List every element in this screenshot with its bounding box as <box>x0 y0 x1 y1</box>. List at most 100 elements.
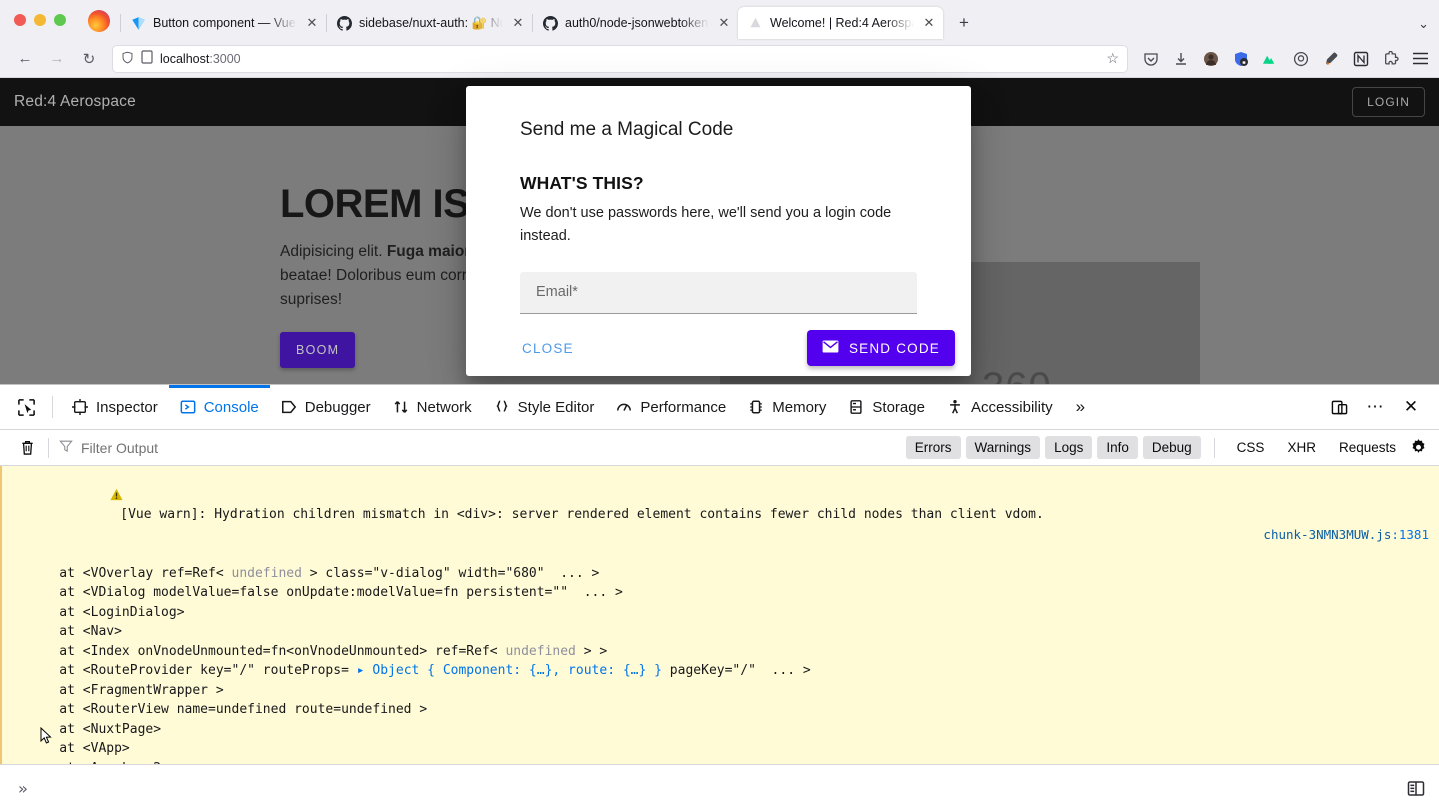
tab-label: Performance <box>640 399 726 416</box>
devtools-toolbar: Inspector Console Debugger Network <box>0 385 1439 430</box>
filter-errors-button[interactable]: Errors <box>906 436 961 459</box>
tab-memory[interactable]: Memory <box>737 385 837 430</box>
colorzilla-icon[interactable] <box>1322 50 1339 67</box>
meatball-menu-icon[interactable]: ⋯ <box>1359 391 1391 423</box>
tab-label: Console <box>204 399 259 416</box>
tab-title: sidebase/nuxt-auth: 🔐 Nuxt us <box>359 16 503 31</box>
network-icon <box>393 399 409 415</box>
account-avatar-icon[interactable] <box>1202 50 1219 67</box>
tab-inspector[interactable]: Inspector <box>61 385 169 430</box>
dialog-actions: CLOSE SEND CODE <box>466 320 971 376</box>
app-menu-icon[interactable] <box>1412 50 1429 67</box>
console-line: at <VOverlay ref=Ref< undefined > class=… <box>0 564 1439 584</box>
tab-performance[interactable]: Performance <box>605 385 737 430</box>
browser-window: Button component — Vuetify ✕ sidebase/nu… <box>0 0 1439 812</box>
toolbar-divider <box>52 396 53 418</box>
tab-storage[interactable]: Storage <box>837 385 936 430</box>
trash-icon[interactable] <box>14 439 40 456</box>
close-icon[interactable]: ✕ <box>716 15 732 31</box>
browser-tab-red4-aerospace[interactable]: Welcome! | Red:4 Aerospace ✕ <box>738 7 943 39</box>
console-source-file: chunk-3NMN3MUW.js <box>1263 527 1391 542</box>
debugger-icon <box>281 399 297 415</box>
minimize-window-button[interactable] <box>34 14 46 26</box>
performance-icon <box>616 399 632 415</box>
filter-input[interactable]: Filter Output <box>59 439 906 456</box>
browser-tab-nuxt-auth[interactable]: sidebase/nuxt-auth: 🔐 Nuxt us ✕ <box>327 7 532 39</box>
dialog-title: Send me a Magical Code <box>466 86 971 141</box>
forward-button[interactable]: → <box>42 45 72 73</box>
console-line: at <RouteProvider key="/" routeProps= ▸ … <box>0 661 1439 681</box>
tab-style-editor[interactable]: Style Editor <box>483 385 606 430</box>
filter-warnings-button[interactable]: Warnings <box>966 436 1041 459</box>
devtools-toolbar-right: ⋯ ✕ <box>1323 391 1439 423</box>
console-input[interactable] <box>28 765 1403 812</box>
nuxt-devtools-icon[interactable] <box>1262 50 1279 67</box>
gear-icon[interactable] <box>1405 438 1431 457</box>
close-devtools-icon[interactable]: ✕ <box>1395 391 1427 423</box>
back-button[interactable]: ← <box>10 45 40 73</box>
close-icon[interactable]: ✕ <box>304 15 320 31</box>
notion-icon[interactable] <box>1352 50 1369 67</box>
browser-tab-jsonwebtoken[interactable]: auth0/node-jsonwebtoken: Json ✕ <box>533 7 738 39</box>
send-code-button[interactable]: SEND CODE <box>807 330 955 366</box>
tab-list-chevron-down-icon[interactable]: ⌄ <box>1418 16 1429 32</box>
responsive-design-mode-icon[interactable] <box>1323 391 1355 423</box>
tab-debugger[interactable]: Debugger <box>270 385 382 430</box>
bitwarden-icon[interactable] <box>1232 50 1249 67</box>
downloads-icon[interactable] <box>1172 50 1189 67</box>
url-bar[interactable]: localhost:3000 ☆ <box>112 45 1128 73</box>
send-code-label: SEND CODE <box>849 341 940 356</box>
console-source-line: :1381 <box>1391 527 1429 542</box>
console-warning-message[interactable]: [Vue warn]: Hydration children mismatch … <box>0 466 1439 764</box>
email-field[interactable]: Email* <box>520 272 917 314</box>
devtools-panel: Inspector Console Debugger Network <box>0 384 1439 812</box>
tab-label: Storage <box>872 399 925 416</box>
toolbar-icons <box>1136 50 1429 67</box>
new-tab-button[interactable]: + <box>949 8 979 38</box>
filter-xhr-button[interactable]: XHR <box>1278 436 1325 459</box>
window-controls <box>8 0 76 40</box>
maximize-window-button[interactable] <box>54 14 66 26</box>
url-port: :3000 <box>209 52 240 66</box>
console-output[interactable]: [Vue warn]: Hydration children mismatch … <box>0 466 1439 764</box>
filter-css-button[interactable]: CSS <box>1228 436 1274 459</box>
page-info-icon[interactable] <box>141 50 153 67</box>
whats-this-description: We don't use passwords here, we'll send … <box>520 202 917 248</box>
tab-network[interactable]: Network <box>382 385 483 430</box>
shield-icon[interactable] <box>121 51 134 67</box>
tab-strip: Button component — Vuetify ✕ sidebase/nu… <box>0 0 1439 40</box>
browser-tab-vuetify[interactable]: Button component — Vuetify ✕ <box>121 7 326 39</box>
filter-requests-button[interactable]: Requests <box>1330 436 1405 459</box>
console-input-row[interactable]: » <box>0 764 1439 812</box>
filter-logs-button[interactable]: Logs <box>1045 436 1092 459</box>
element-picker-icon[interactable] <box>8 391 44 423</box>
console-filter-bar: Filter Output Errors Warnings Logs Info … <box>0 430 1439 466</box>
bookmark-star-icon[interactable]: ☆ <box>1106 50 1119 67</box>
reload-button[interactable]: ↻ <box>74 45 104 73</box>
github-icon <box>543 16 558 31</box>
close-button[interactable]: CLOSE <box>516 333 580 364</box>
close-window-button[interactable] <box>14 14 26 26</box>
tab-accessibility[interactable]: Accessibility <box>936 385 1064 430</box>
filter-info-button[interactable]: Info <box>1097 436 1138 459</box>
filter-debug-button[interactable]: Debug <box>1143 436 1201 459</box>
console-source-link[interactable]: chunk-3NMN3MUW.js:1381 <box>1263 525 1429 545</box>
console-line: at <VDialog modelValue=false onUpdate:mo… <box>0 583 1439 603</box>
dialog-body: WHAT'S THIS? We don't use passwords here… <box>466 141 971 314</box>
pocket-icon[interactable] <box>1142 50 1159 67</box>
console-line: at <App key=2 > <box>0 759 1439 765</box>
split-console-icon[interactable] <box>1403 776 1429 802</box>
warning-icon <box>16 468 29 481</box>
tab-console[interactable]: Console <box>169 385 270 430</box>
devtools-tabs-overflow-button[interactable]: » <box>1064 397 1097 417</box>
github-icon <box>337 16 352 31</box>
extension-icon[interactable] <box>1382 50 1399 67</box>
style-editor-icon <box>494 399 510 415</box>
email-field-label: Email* <box>536 284 578 300</box>
tab-title: auth0/node-jsonwebtoken: Json <box>565 16 709 30</box>
close-icon[interactable]: ✕ <box>510 15 526 31</box>
inspector-icon <box>72 399 88 415</box>
close-icon[interactable]: ✕ <box>921 15 937 31</box>
vuetify-icon <box>131 16 146 31</box>
privacy-badger-icon[interactable] <box>1292 50 1309 67</box>
